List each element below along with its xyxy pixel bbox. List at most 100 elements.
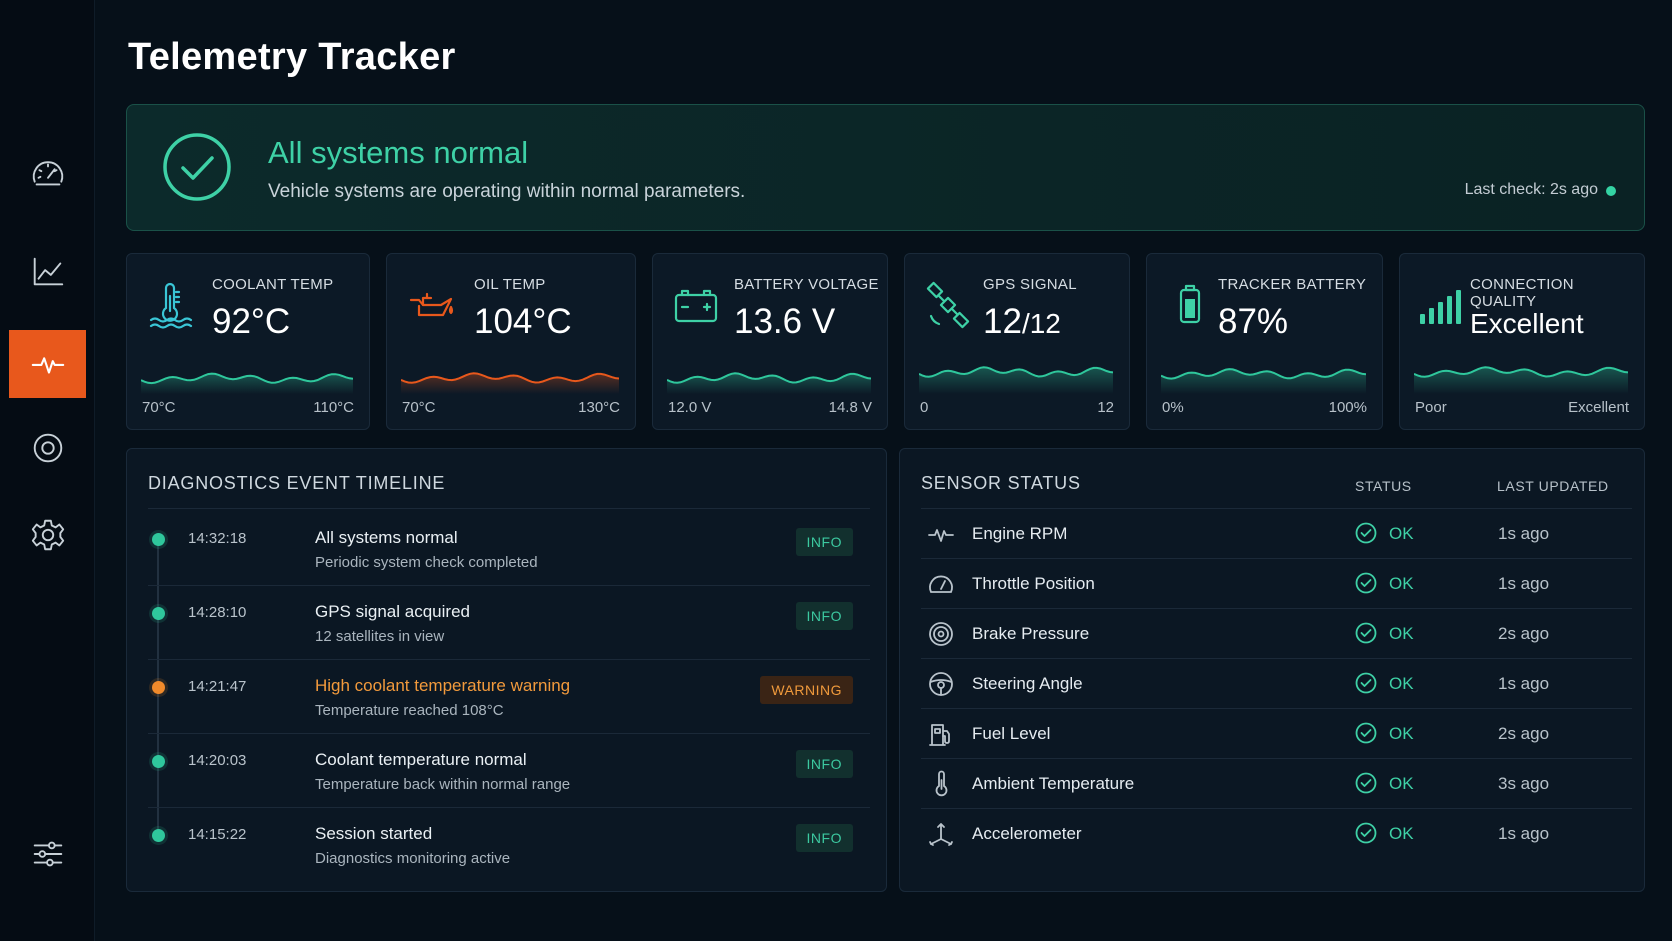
nav-settings[interactable] [9,501,86,569]
event-desc: Diagnostics monitoring active [315,850,511,867]
sensor-name: Accelerometer [972,824,1082,843]
sensor-name: Engine RPM [972,524,1068,543]
steering-wheel-icon [929,672,953,696]
metric-value: 92°C [212,302,291,341]
gauge-icon [929,575,953,593]
battery-icon [1179,284,1201,324]
check-circle-icon [1355,572,1377,594]
sensor-name: Brake Pressure [972,624,1090,643]
car-battery-icon [674,289,718,323]
metric-value: 12/12 [983,302,1061,342]
pulse-icon [928,529,954,542]
metric-label: BATTERY VOLTAGE [734,276,879,293]
sensor-name: Ambient Temperature [972,774,1135,793]
check-circle-icon [1355,722,1377,744]
sparkline [919,366,1113,394]
timeline-event[interactable]: 14:21:47 High coolant temperature warnin… [148,660,870,734]
timeline-event[interactable]: 14:32:18 All systems normal Periodic sys… [148,512,870,586]
metric-card-gps[interactable]: GPS SIGNAL 12/12 0 12 [904,253,1130,430]
sensor-name: Fuel Level [972,724,1051,743]
nav-dashboard[interactable] [9,140,86,208]
nav-diagnostics[interactable] [9,330,86,398]
gps-value: 12 [983,302,1022,341]
metric-min: Poor [1415,399,1447,416]
sensor-status: OK [1389,624,1414,643]
signal-bars-icon [1420,290,1461,324]
event-dot [152,533,165,546]
sparkline [1161,368,1366,394]
pulse-icon [31,357,64,374]
sensor-last-updated: 3s ago [1498,774,1550,793]
metric-value: 104°C [474,302,572,341]
event-time: 14:32:18 [188,530,247,547]
axes-icon [929,823,953,846]
sensor-last-updated: 1s ago [1498,524,1550,543]
metric-max: Excellent [1568,399,1629,416]
sliders-icon [33,841,62,867]
sensor-row[interactable]: Steering Angle OK 1s ago [921,659,1632,709]
sparkline [667,372,871,394]
sensor-last-updated: 2s ago [1498,724,1550,743]
event-title: GPS signal acquired [315,602,470,621]
thermometer-icon [149,282,193,329]
nav-target[interactable] [9,414,86,482]
sensor-last-updated: 1s ago [1498,674,1550,693]
page-title: Telemetry Tracker [128,36,456,78]
event-desc: Temperature back within normal range [315,776,571,793]
sensor-status-panel: SENSOR STATUS STATUS LAST UPDATED Engine… [899,448,1645,892]
sensor-row[interactable]: Engine RPM OK 1s ago [921,509,1632,559]
status-banner: All systems normal Vehicle systems are o… [126,104,1645,231]
sensor-last-updated: 2s ago [1498,624,1550,643]
event-dot [152,607,165,620]
target-icon [33,433,62,463]
event-badge: WARNING [760,676,853,704]
nav-filters[interactable] [9,820,86,888]
check-circle-icon [1355,772,1377,794]
sensor-row[interactable]: Accelerometer OK 1s ago [921,809,1632,859]
sensor-name: Steering Angle [972,674,1083,693]
event-dot [152,755,165,768]
timeline-event[interactable]: 14:15:22 Session started Diagnostics mon… [148,808,870,882]
sensor-row[interactable]: Fuel Level OK 2s ago [921,709,1632,759]
event-title: Coolant temperature normal [315,750,527,769]
sensor-row[interactable]: Throttle Position OK 1s ago [921,559,1632,609]
check-circle-icon [1355,672,1377,694]
metric-card-coolant[interactable]: COOLANT TEMP 92°C 70°C 110°C [126,253,370,430]
metric-max: 14.8 V [828,399,872,416]
event-dot [152,681,165,694]
metric-label: TRACKER BATTERY [1218,276,1367,293]
sparkline [401,372,619,394]
event-badge: INFO [795,528,853,556]
timeline-event[interactable]: 14:20:03 Coolant temperature normal Temp… [148,734,870,808]
nav-analytics[interactable] [9,238,86,306]
event-time: 14:21:47 [188,678,247,695]
thermometer-icon [935,770,948,797]
event-badge: INFO [795,602,853,630]
metric-min: 0 [920,399,929,416]
sensor-name: Throttle Position [972,574,1095,593]
metric-min: 0% [1162,399,1184,416]
metric-card-tracker-battery[interactable]: TRACKER BATTERY 87% 0% 100% [1146,253,1383,430]
column-header-status: STATUS [1355,478,1412,494]
metric-label: COOLANT TEMP [212,276,334,293]
metric-card-oil[interactable]: OIL TEMP 104°C 70°C 130°C [386,253,636,430]
diagnostics-timeline-panel: DIAGNOSTICS EVENT TIMELINE 14:32:18 All … [126,448,887,892]
panel-title: SENSOR STATUS [921,473,1081,493]
sensor-row[interactable]: Ambient Temperature OK 3s ago [921,759,1632,809]
timeline-event[interactable]: 14:28:10 GPS signal acquired 12 satellit… [148,586,870,660]
metric-label: CONNECTION QUALITY [1470,276,1574,310]
metric-card-battery-voltage[interactable]: BATTERY VOLTAGE 13.6 V 12.0 V 14.8 V [652,253,888,430]
event-title: Session started [315,824,433,843]
sidebar [0,0,95,941]
metric-card-connection-quality[interactable]: CONNECTION QUALITY Excellent Poor Excell… [1399,253,1645,430]
check-circle-icon [1355,822,1377,844]
sensor-status: OK [1389,774,1414,793]
event-desc: Temperature reached 108°C [315,702,504,719]
event-badge: INFO [795,824,853,852]
event-time: 14:15:22 [188,826,247,843]
oil-can-icon [409,292,454,317]
banner-title: All systems normal [268,135,529,170]
sensor-row[interactable]: Brake Pressure OK 2s ago [921,609,1632,659]
event-time: 14:20:03 [188,752,247,769]
sensor-last-updated: 1s ago [1498,824,1550,843]
